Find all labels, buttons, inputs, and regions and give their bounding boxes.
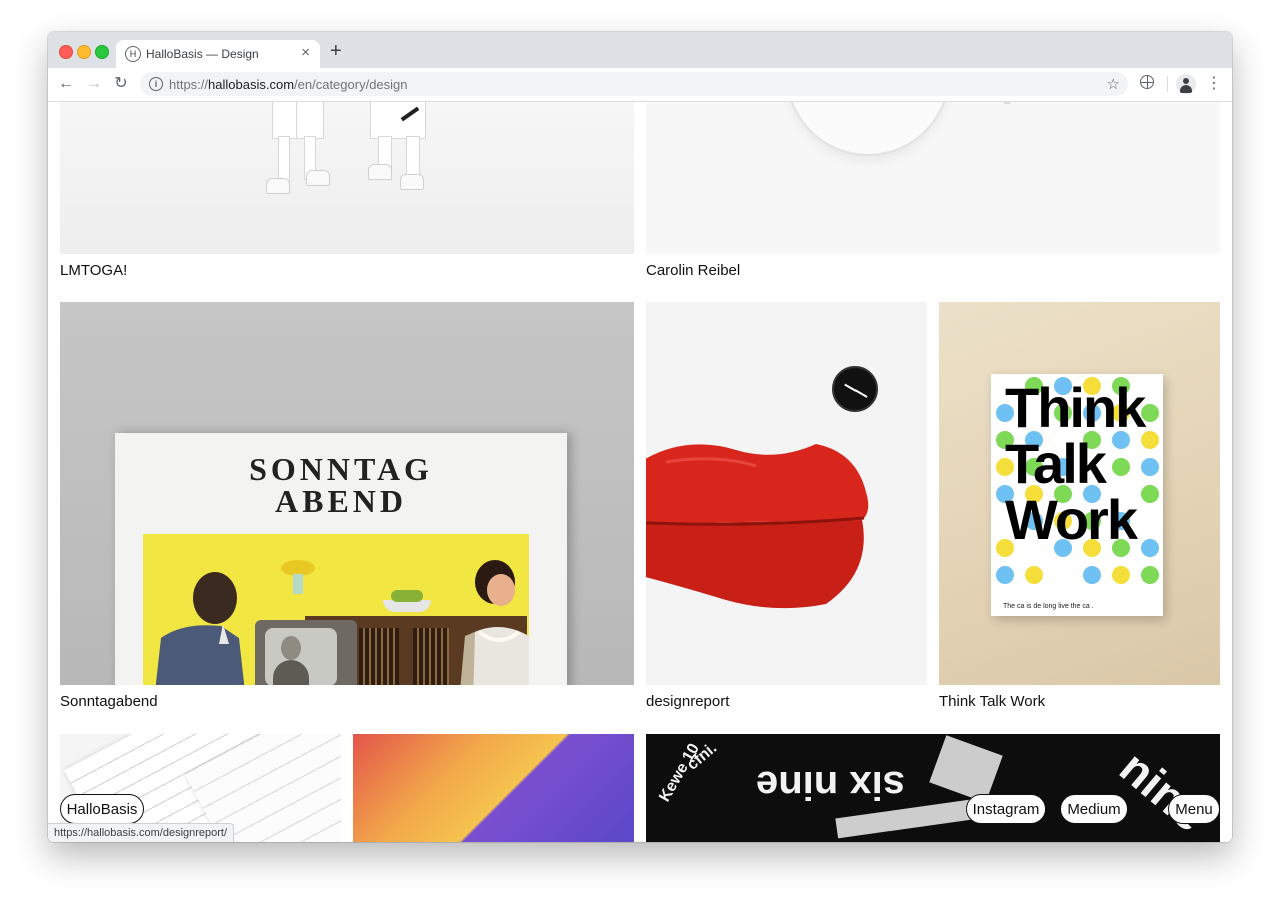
astronaut-boot bbox=[368, 164, 392, 180]
lips-sofa bbox=[646, 444, 869, 609]
bookmark-star-icon[interactable]: ☆ bbox=[1107, 75, 1120, 93]
polka-dot bbox=[1025, 566, 1043, 584]
project-image-designreport[interactable] bbox=[646, 302, 927, 685]
project-image-sonntagabend[interactable]: SONNTAG ABEND bbox=[60, 302, 634, 685]
url-path: /en/category/design bbox=[294, 77, 408, 92]
link-status-bar: https://hallobasis.com/designreport/ bbox=[48, 823, 235, 842]
book-footer-text: The ca is de long live the ca . bbox=[1003, 603, 1094, 610]
tab-close-icon[interactable]: × bbox=[301, 45, 310, 61]
detail-mark bbox=[1004, 102, 1010, 104]
tab-strip: H HalloBasis — Design × + bbox=[48, 32, 1232, 68]
six-nine-text: six nine bbox=[756, 763, 905, 807]
back-arrow-icon[interactable]: ← bbox=[56, 74, 76, 94]
address-bar[interactable]: i https://hallobasis.com/en/category/des… bbox=[140, 72, 1128, 96]
project-caption-carolin-reibel[interactable]: Carolin Reibel bbox=[646, 262, 740, 279]
medium-link[interactable]: Medium bbox=[1060, 794, 1128, 824]
menu-button[interactable]: Menu bbox=[1168, 794, 1220, 824]
book-cover: Think Talk Work The ca is de long live t… bbox=[991, 374, 1163, 616]
tab-title: HalloBasis — Design bbox=[146, 47, 259, 61]
reload-icon[interactable]: ↻ bbox=[111, 74, 131, 94]
polka-dot bbox=[1141, 566, 1159, 584]
book-title-line: Work bbox=[1005, 488, 1138, 551]
page-viewport: LMTOGA! Carolin Reibel SONNTAG ABEND Son… bbox=[48, 102, 1232, 842]
project-image-carolin-reibel[interactable] bbox=[646, 102, 1220, 254]
man-figure bbox=[155, 572, 245, 685]
browser-toolbar: ← → ↻ i https://hallobasis.com/en/catego… bbox=[48, 68, 1232, 102]
magazine-photo bbox=[143, 534, 529, 685]
browser-menu-icon[interactable]: ⋮ bbox=[1206, 74, 1222, 94]
project-image-lmtoga[interactable] bbox=[60, 102, 634, 254]
new-tab-button[interactable]: + bbox=[330, 41, 342, 61]
tab-hallobasis-design[interactable]: H HalloBasis — Design × bbox=[116, 40, 320, 68]
toolbar-divider bbox=[1167, 76, 1168, 92]
instagram-link[interactable]: Instagram bbox=[966, 794, 1046, 824]
book-title-line: Talk bbox=[1005, 432, 1107, 495]
magazine-title-line: ABEND bbox=[274, 483, 407, 519]
brand-button[interactable]: HalloBasis bbox=[60, 794, 144, 824]
polka-dot bbox=[996, 566, 1014, 584]
polka-dot bbox=[1112, 566, 1130, 584]
woman-figure bbox=[460, 560, 529, 685]
project-caption-lmtoga[interactable]: LMTOGA! bbox=[60, 262, 127, 279]
minimize-window-icon[interactable] bbox=[77, 45, 91, 59]
magazine-title-line: SONNTAG bbox=[249, 451, 433, 487]
profile-avatar-icon[interactable] bbox=[1176, 74, 1196, 94]
magazine-cover: SONNTAG ABEND bbox=[115, 433, 567, 685]
forward-arrow-icon[interactable]: → bbox=[84, 74, 104, 94]
favicon-icon: H bbox=[125, 46, 141, 62]
project-image-six-nine[interactable]: six nine Kewe 10 cfni. nine bbox=[646, 734, 1220, 842]
maximize-window-icon[interactable] bbox=[95, 45, 109, 59]
site-info-icon[interactable]: i bbox=[149, 77, 163, 91]
url-scheme: https:// bbox=[169, 77, 209, 92]
close-window-icon[interactable] bbox=[59, 45, 73, 59]
polka-dot bbox=[1141, 485, 1159, 503]
astronaut-boot bbox=[400, 174, 424, 190]
fruit-bowl bbox=[383, 590, 431, 612]
flower-vase bbox=[281, 560, 315, 594]
polka-dot bbox=[1141, 539, 1159, 557]
television bbox=[255, 620, 357, 685]
url-domain: hallobasis.com bbox=[208, 77, 295, 92]
polka-dot bbox=[1112, 458, 1130, 476]
project-caption-designreport[interactable]: designreport bbox=[646, 693, 729, 710]
polka-dot bbox=[1141, 458, 1159, 476]
project-image-gradient[interactable] bbox=[353, 734, 634, 842]
plate-object bbox=[786, 102, 950, 156]
astronaut-boot bbox=[266, 178, 290, 194]
url-text[interactable]: https://hallobasis.com/en/category/desig… bbox=[169, 77, 408, 92]
wall-clock-icon bbox=[832, 366, 878, 412]
translate-globe-icon[interactable] bbox=[1140, 75, 1154, 89]
polka-dot bbox=[1083, 566, 1101, 584]
project-caption-think-talk-work[interactable]: Think Talk Work bbox=[939, 693, 1045, 710]
project-image-think-talk-work[interactable]: Think Talk Work The ca is de long live t… bbox=[939, 302, 1220, 685]
book-title-line: Think bbox=[1005, 376, 1146, 439]
astronaut-boot bbox=[306, 170, 330, 186]
browser-window: H HalloBasis — Design × + ← → ↻ i https:… bbox=[48, 32, 1232, 842]
six-nine-text: nine bbox=[1110, 740, 1217, 842]
astronaut-figure bbox=[296, 102, 324, 139]
project-caption-sonntagabend[interactable]: Sonntagabend bbox=[60, 693, 158, 710]
